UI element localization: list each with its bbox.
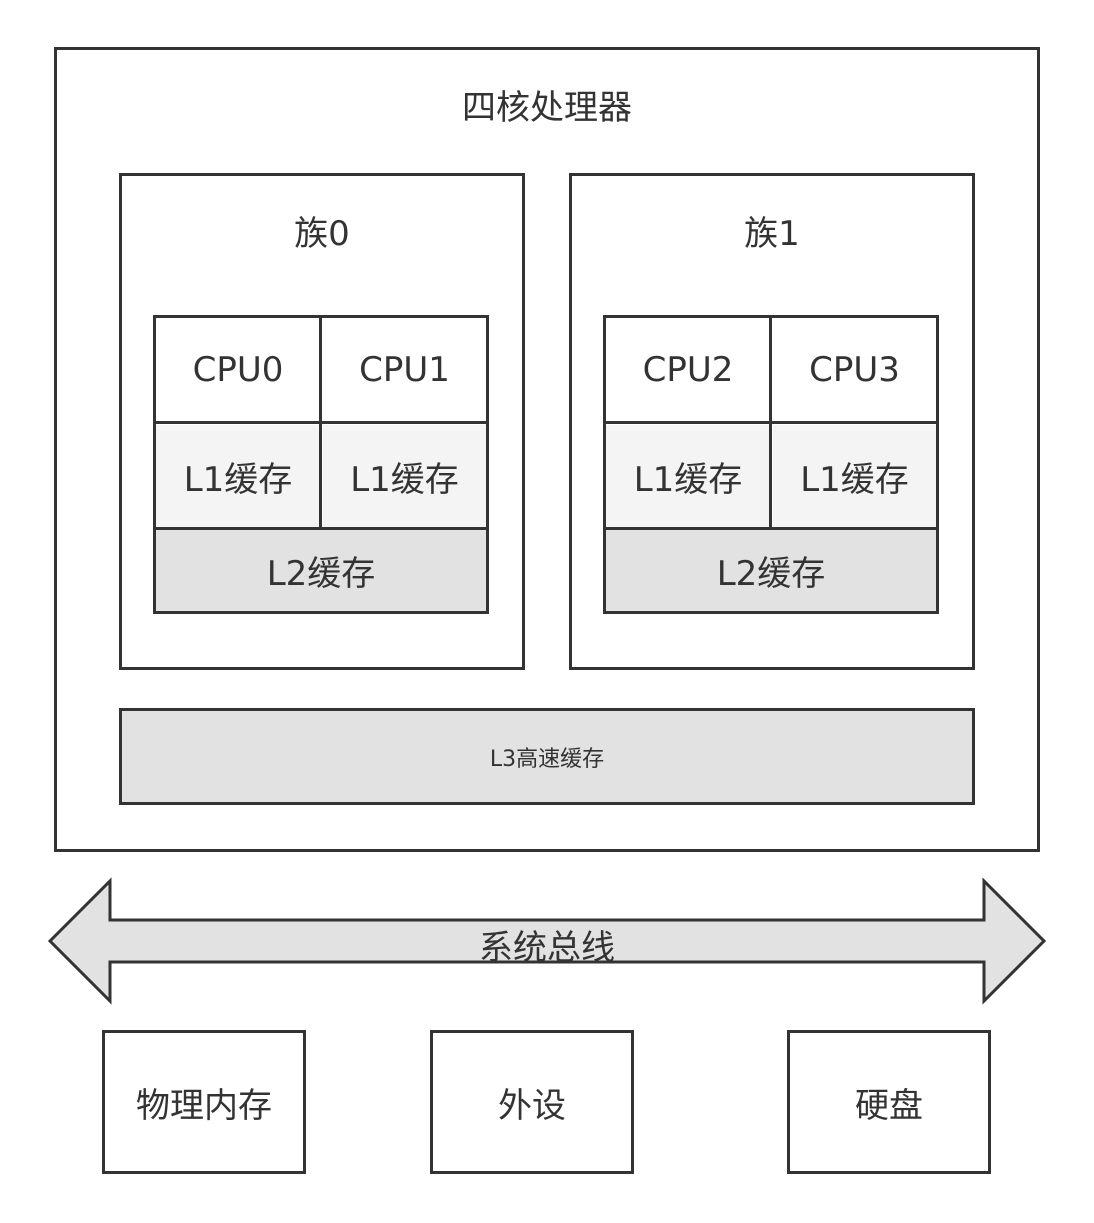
peripherals-label: 外设	[498, 1085, 566, 1126]
system-bus-label: 系统总线	[479, 928, 615, 968]
hard-disk-label: 硬盘	[855, 1085, 923, 1126]
physical-memory-label: 物理内存	[136, 1085, 272, 1126]
